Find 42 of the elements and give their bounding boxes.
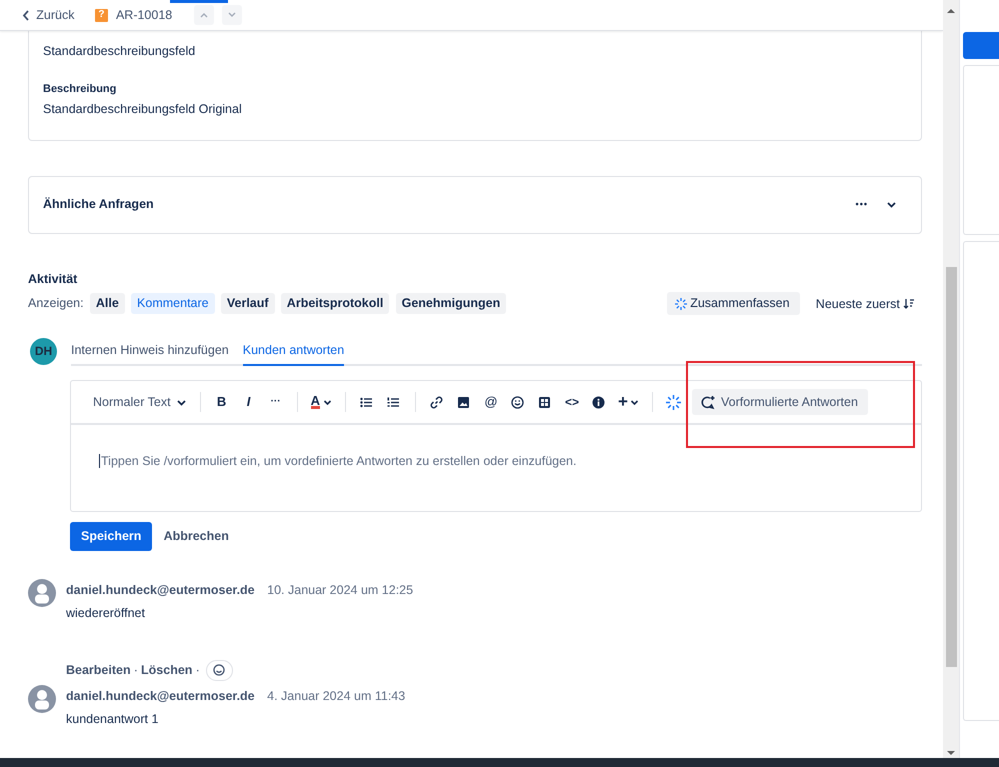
text-color-button[interactable]: A [306, 390, 336, 414]
cancel-button[interactable]: Abbrechen [156, 522, 237, 552]
card-title: Ähnliche Anfragen [43, 196, 154, 214]
more-button[interactable]: ••• [856, 198, 868, 212]
issue-key[interactable]: AR-10018 [116, 6, 172, 24]
filter-chip[interactable]: Genehmigungen [396, 293, 506, 314]
reply-tab[interactable]: Kunden antworten [242, 342, 344, 366]
user-avatar: DH [30, 338, 57, 365]
comment-body: wiedereröffnet [66, 604, 146, 622]
back-link[interactable]: Zurück [22, 6, 74, 24]
reply-tab[interactable]: Internen Hinweis hinzufügen [71, 342, 229, 366]
section-title: Aktivität [28, 270, 78, 288]
italic-button[interactable]: I [236, 390, 261, 414]
sort-button[interactable]: Neueste zuerst [816, 294, 915, 314]
insert-button[interactable]: + [614, 390, 643, 414]
mention-button[interactable]: @ [478, 390, 503, 414]
comment-author[interactable]: daniel.hundeck@eutermoser.de [66, 582, 255, 599]
bold-button[interactable]: B [210, 390, 234, 414]
field-value: Standardbeschreibungsfeld [43, 43, 196, 60]
separator-dot: · [134, 662, 138, 679]
filter-chip[interactable]: Verlauf [220, 293, 275, 314]
filter-chip[interactable]: Kommentare [131, 293, 215, 314]
comment-time: 4. Januar 2024 um 11:43 [267, 688, 406, 705]
issue-type-icon: ? [94, 8, 108, 22]
separator-dot: · [196, 662, 200, 679]
save-button[interactable]: Speichern [70, 522, 152, 552]
more-formatting-button[interactable]: ··· [264, 390, 288, 414]
comment-time: 10. Januar 2024 um 12:25 [267, 582, 414, 599]
comment-action-link[interactable]: Bearbeiten [66, 662, 131, 679]
placeholder-text: Tippen Sie /vorformuliert ein, um vordefinierte Antworten zu erstellen oder einzufügen. [99, 454, 576, 468]
field-value: Standardbeschreibungsfeld Original [43, 100, 243, 118]
comment-body: kundenantwort 1 [66, 710, 160, 728]
canned-responses-button[interactable]: Vorformulierte Antworten [692, 389, 868, 416]
code-button[interactable]: <> [560, 390, 584, 414]
comment-action-link[interactable]: Löschen [141, 662, 192, 679]
field-label: Beschreibung [43, 82, 118, 97]
summarize-button[interactable]: Zusammenfassen [667, 292, 800, 316]
filter-label: Anzeigen: [28, 295, 84, 312]
text-style-dropdown[interactable]: Normaler Text [89, 390, 191, 414]
comment-author[interactable]: daniel.hundeck@eutermoser.de [66, 688, 255, 705]
filter-chip[interactable]: Alle [90, 293, 125, 314]
filter-chip[interactable]: Arbeitsprotokoll [280, 293, 390, 314]
